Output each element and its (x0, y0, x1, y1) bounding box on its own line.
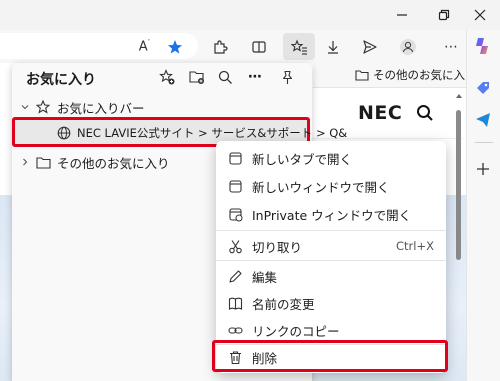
folder-icon (36, 156, 51, 169)
favorites-panel-title: お気に入り (26, 72, 96, 88)
search-favorites-button[interactable] (212, 64, 238, 90)
pin-icon (282, 70, 292, 84)
send-icon (363, 39, 377, 54)
site-search-button[interactable] (416, 104, 434, 122)
tag-icon (477, 82, 489, 94)
telegram-button[interactable] (475, 112, 491, 128)
add-favorite-button[interactable] (154, 64, 180, 90)
other-favorites-tree-folder[interactable]: その他のお気に入り (20, 153, 170, 171)
other-favorites-label: その他のお気に入 (373, 68, 465, 82)
extensions-button[interactable] (205, 30, 235, 63)
close-icon (474, 9, 486, 21)
favorites-list-icon (290, 39, 307, 55)
other-favorites-folder[interactable]: その他のお気に入 (355, 67, 465, 83)
favorites-bar-folder[interactable]: お気に入りバー (20, 98, 145, 116)
pencil-icon (228, 269, 242, 283)
downloads-button[interactable] (318, 30, 348, 63)
folder-add-icon (189, 71, 204, 84)
close-button[interactable] (460, 0, 500, 30)
add-folder-button[interactable] (184, 64, 210, 90)
more-options-button[interactable]: ⋯ (242, 64, 268, 90)
read-aloud-button[interactable]: Aﾞ (130, 30, 160, 63)
favorites-bar: その他のお気に入 (313, 63, 466, 88)
menu-label: 編集 (252, 269, 278, 285)
puzzle-icon (214, 39, 228, 54)
minimize-button[interactable] (380, 0, 424, 30)
chevron-right-icon (23, 158, 28, 166)
paper-plane-icon (476, 113, 490, 127)
other-favorites-tree-label: その他のお気に入り (57, 155, 170, 171)
search-icon (417, 105, 433, 121)
menu-separator (216, 260, 446, 261)
minimize-icon (397, 14, 407, 16)
search-icon (218, 70, 232, 84)
folder-icon (355, 70, 369, 81)
title-bar (0, 0, 500, 30)
edge-sidebar (466, 30, 500, 381)
plus-icon (477, 163, 489, 175)
profile-button[interactable] (393, 30, 423, 63)
menu-open-inprivate[interactable]: InPrivate ウィンドウで開く (216, 200, 446, 228)
sidebar-divider (475, 142, 493, 143)
menu-open-new-tab[interactable]: 新しいタブで開く (216, 144, 446, 172)
download-icon (328, 40, 338, 54)
globe-icon (57, 126, 71, 140)
menu-label: 新しいタブで開く (252, 151, 353, 167)
settings-more-button[interactable]: ⋯ (436, 30, 466, 63)
scissors-icon (228, 239, 242, 253)
restore-icon (438, 9, 450, 21)
menu-label: InPrivate ウィンドウで開く (252, 207, 412, 223)
menu-shortcut: Ctrl+X (396, 239, 434, 253)
star-outline-icon (36, 100, 50, 114)
favorite-star-button[interactable] (160, 30, 190, 63)
menu-separator (216, 230, 446, 231)
new-window-icon (228, 179, 242, 193)
favorite-item-label: NEC LAVIE公式サイト > サービス&サポート > Q& (77, 126, 348, 140)
split-screen-button[interactable] (244, 30, 274, 63)
menu-rename[interactable]: 名前の変更 (216, 289, 446, 317)
copilot-icon (476, 38, 488, 54)
copilot-button[interactable] (473, 36, 493, 56)
context-menu: 新しいタブで開く 新しいウィンドウで開く InPrivate ウィンドウで開く … (216, 141, 446, 373)
nec-logo[interactable]: NEC (358, 102, 402, 124)
scroll-up-icon (456, 94, 462, 98)
link-icon (227, 326, 243, 334)
menu-label: 新しいウィンドウで開く (252, 179, 390, 195)
share-button[interactable] (355, 30, 385, 63)
read-aloud-icon: Aﾞ (138, 39, 152, 55)
more-icon: ⋯ (444, 38, 458, 55)
menu-cut[interactable]: 切り取り Ctrl+X (216, 232, 446, 260)
menu-edit[interactable]: 編集 (216, 262, 446, 290)
delete-highlight-box (212, 340, 448, 372)
rename-icon (228, 297, 242, 310)
more-icon: ⋯ (248, 69, 262, 85)
pin-panel-button[interactable] (274, 64, 300, 90)
menu-label: 名前の変更 (252, 296, 315, 312)
favorite-item-row: NEC LAVIE公式サイト > サービス&サポート > Q& (57, 124, 347, 142)
star-add-icon (159, 69, 175, 85)
split-screen-icon (252, 40, 266, 53)
avatar-icon (400, 38, 416, 55)
menu-label: リンクのコピー (252, 323, 340, 339)
shopping-button[interactable] (475, 80, 491, 96)
new-tab-icon (228, 151, 242, 165)
add-sidebar-app-button[interactable] (476, 162, 490, 176)
chevron-down-icon (21, 105, 29, 110)
favorites-bar-label: お気に入りバー (57, 100, 145, 116)
menu-label: 切り取り (252, 239, 303, 255)
favorites-button[interactable] (283, 33, 315, 60)
inprivate-icon (228, 207, 242, 221)
scrollbar-thumb[interactable] (456, 110, 461, 260)
menu-open-new-window[interactable]: 新しいウィンドウで開く (216, 172, 446, 200)
star-filled-icon (168, 39, 182, 54)
